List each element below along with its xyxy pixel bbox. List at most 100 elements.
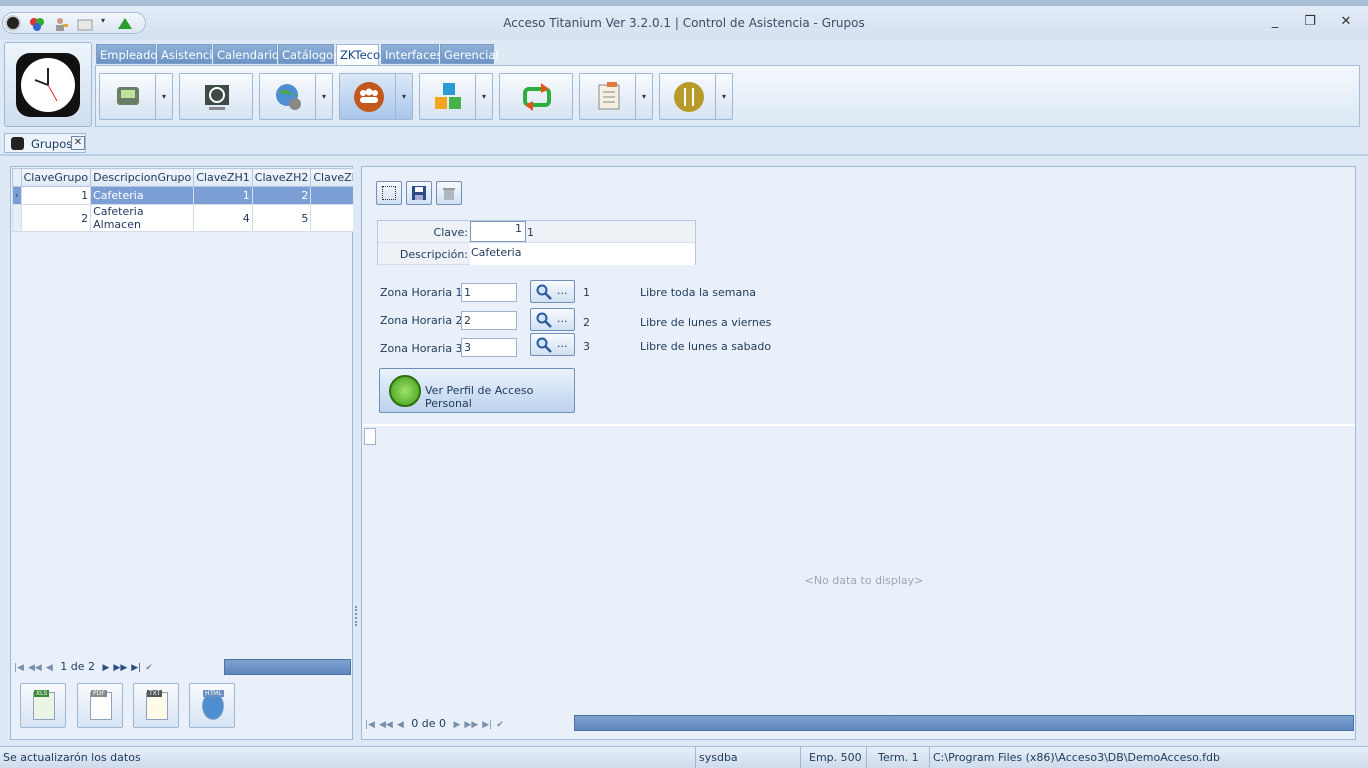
groups-list-panel: [10, 166, 353, 740]
chevron-down-icon[interactable]: ▾: [475, 74, 492, 119]
restore-button[interactable]: ❐: [1300, 14, 1320, 32]
groups-grid: ClaveGrupo DescripcionGrupo ClaveZH1 Cla…: [12, 168, 370, 232]
search-icon: [536, 284, 552, 300]
zona-2-lookup-button[interactable]: ...: [530, 308, 575, 331]
chevron-down-icon[interactable]: ▾: [315, 74, 332, 119]
device-button[interactable]: ▾: [99, 73, 173, 120]
zona-3-lookup-button[interactable]: ...: [530, 333, 575, 356]
report-button[interactable]: ▾: [579, 73, 653, 120]
blocks-icon: [435, 83, 461, 109]
export-xls-button[interactable]: XLS: [20, 683, 66, 728]
table-row[interactable]: › 1 Cafeteria 1 2 3: [12, 186, 370, 205]
tab-empleados[interactable]: Empleados: [96, 44, 163, 64]
tab-interfaces[interactable]: Interfaces: [381, 44, 442, 64]
report-icon: [598, 82, 620, 110]
app-menu-button[interactable]: [4, 42, 92, 127]
column-header[interactable]: DescripcionGrupo: [90, 168, 195, 187]
descripcion-label: Descripción:: [399, 248, 468, 261]
tab-gerencial[interactable]: Gerencial: [440, 44, 499, 64]
status-term: Term. 1: [878, 751, 919, 764]
clave-input[interactable]: 1: [470, 221, 526, 242]
zona-1-lookup-button[interactable]: ...: [530, 280, 575, 303]
detail-navigator: |◀ ◀◀ ◀ 0 de 0 ▶ ▶▶ ▶| ✔: [365, 717, 575, 733]
last-page-icon[interactable]: ▶|: [482, 720, 492, 730]
blocks-button[interactable]: ▾: [419, 73, 493, 120]
chevron-down-icon[interactable]: ▾: [155, 74, 172, 119]
export-html-button[interactable]: HTML: [189, 683, 235, 728]
new-record-button[interactable]: [376, 181, 402, 205]
new-icon: [382, 186, 396, 200]
cell-zh1[interactable]: 1: [193, 186, 253, 205]
tab-calendarios[interactable]: Calendarios: [213, 44, 285, 64]
checkmark-icon[interactable]: ✔: [145, 663, 153, 673]
view-access-profile-button[interactable]: Ver Perfil de Acceso Personal: [379, 368, 575, 413]
panel-splitter[interactable]: [353, 166, 361, 740]
prev-page-icon[interactable]: ◀: [397, 720, 404, 730]
horizontal-scrollbar[interactable]: [574, 715, 1354, 731]
window-title: Acceso Titanium Ver 3.2.0.1 | Control de…: [503, 16, 865, 30]
chevron-down-icon[interactable]: ▾: [395, 74, 412, 119]
cell-descripcion[interactable]: Cafeteria Almacen: [90, 204, 195, 232]
zona-1-input[interactable]: 1: [461, 283, 517, 302]
next-page-icon[interactable]: ▶: [102, 663, 109, 673]
grid-navigator: |◀ ◀◀ ◀ 1 de 2 ▶ ▶▶ ▶| ✔: [14, 660, 224, 676]
next-page-icon[interactable]: ▶: [453, 720, 460, 730]
status-database-path: C:\Program Files (x86)\Acceso3\DB\DemoAc…: [933, 751, 1220, 764]
history-icon: [205, 85, 229, 110]
next-page-group-icon[interactable]: ▶▶: [464, 720, 478, 730]
zona-3-label: Zona Horaria 3: [380, 342, 463, 355]
clave-label: Clave:: [433, 226, 468, 239]
cell-zh1[interactable]: 4: [193, 204, 253, 232]
tab-asistencia[interactable]: Asistencia: [157, 44, 219, 64]
minimize-button[interactable]: _: [1265, 14, 1285, 32]
close-button[interactable]: ✕: [1336, 14, 1356, 32]
descripcion-input[interactable]: Cafeteria: [470, 243, 695, 265]
export-pdf-button[interactable]: PDF: [77, 683, 123, 728]
clock-icon: [16, 53, 80, 117]
first-page-icon[interactable]: |◀: [365, 720, 375, 730]
last-page-icon[interactable]: ▶|: [131, 663, 141, 673]
checkmark-icon[interactable]: ✔: [496, 720, 504, 730]
tab-catalogos[interactable]: Catálogos: [278, 44, 339, 64]
close-tab-button[interactable]: ✕: [71, 136, 85, 150]
column-header[interactable]: ClaveZH2: [251, 168, 312, 187]
dining-icon: [674, 82, 704, 112]
grid-pager-label: 1 de 2: [60, 660, 95, 673]
document-tab-grupos[interactable]: Grupos ✕: [4, 133, 86, 153]
cell-clave[interactable]: 2: [20, 204, 92, 232]
zona-3-input[interactable]: 3: [461, 338, 517, 357]
clave-row: Clave: 1 1: [378, 221, 695, 243]
history-button[interactable]: [179, 73, 253, 120]
refresh-icon: [389, 375, 421, 407]
prev-page-icon[interactable]: ◀: [46, 663, 53, 673]
cell-clave[interactable]: 1: [20, 186, 92, 205]
row-pointer-icon: ›: [12, 186, 22, 205]
users-button[interactable]: ▾: [339, 73, 413, 120]
column-header[interactable]: ClaveZH1: [193, 168, 253, 187]
zona-2-input[interactable]: 2: [461, 311, 517, 330]
zona-3-display: 3: [583, 340, 590, 353]
ellipsis: ...: [557, 312, 568, 325]
table-row[interactable]: 2 Cafeteria Almacen 4 5 6: [12, 204, 370, 232]
sync-button[interactable]: [499, 73, 573, 120]
horizontal-scrollbar[interactable]: [224, 659, 351, 675]
globe-button[interactable]: ▾: [259, 73, 333, 120]
export-txt-button[interactable]: TXT: [133, 683, 179, 728]
first-page-icon[interactable]: |◀: [14, 663, 24, 673]
delete-button[interactable]: [436, 181, 462, 205]
prev-page-group-icon[interactable]: ◀◀: [379, 720, 393, 730]
prev-page-group-icon[interactable]: ◀◀: [28, 663, 42, 673]
cell-descripcion[interactable]: Cafeteria: [90, 186, 195, 205]
document-tab-label: Grupos: [31, 137, 73, 151]
cell-zh2[interactable]: 5: [251, 204, 312, 232]
column-header[interactable]: ClaveGrupo: [20, 168, 92, 187]
row-indicator: [12, 204, 22, 232]
cell-zh2[interactable]: 2: [251, 186, 312, 205]
tab-zkteco[interactable]: ZKTeco: [336, 44, 380, 66]
chevron-down-icon[interactable]: ▾: [635, 74, 652, 119]
save-button[interactable]: [406, 181, 432, 205]
chevron-down-icon[interactable]: ▾: [715, 74, 732, 119]
zona-2-display: 2: [583, 316, 590, 329]
next-page-group-icon[interactable]: ▶▶: [113, 663, 127, 673]
dining-button[interactable]: ▾: [659, 73, 733, 120]
